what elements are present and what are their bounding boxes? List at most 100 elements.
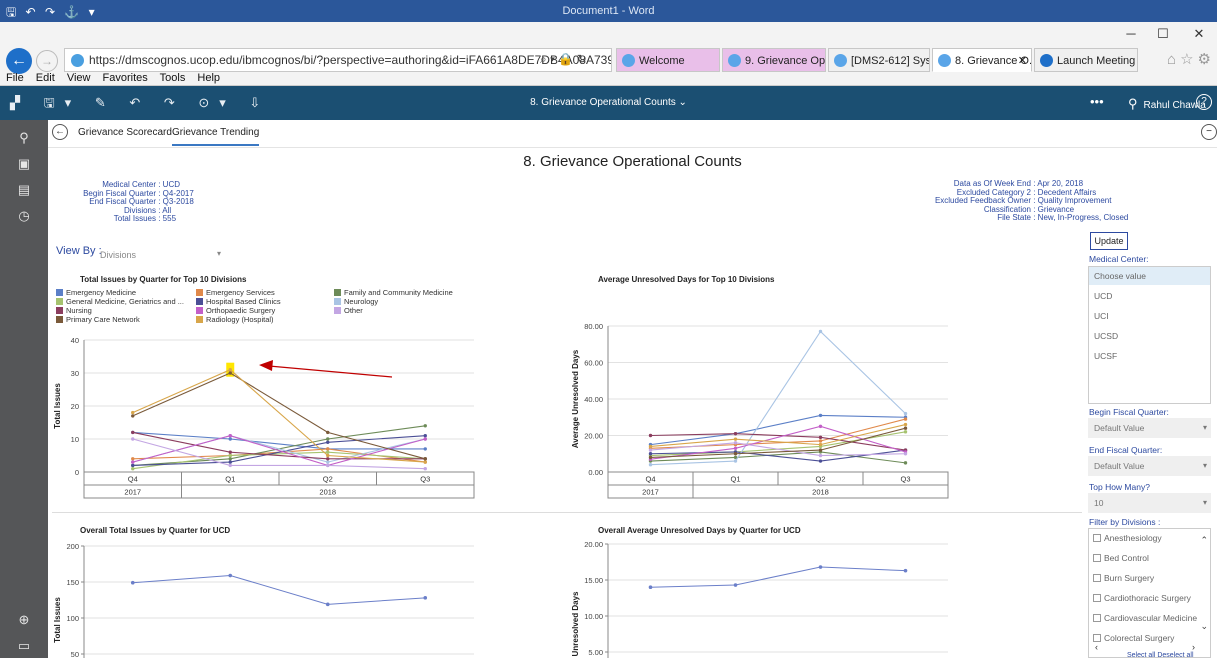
list-option[interactable]: UCSD (1089, 327, 1210, 345)
param-row: Total Issues : 555 (113, 214, 177, 224)
data-point (733, 441, 738, 445)
data-point (818, 329, 823, 334)
search-icon[interactable]: ⚲ (14, 130, 34, 148)
user-menu[interactable]: ⚲ Rahul Chawla (1128, 96, 1206, 112)
legend-item: Hospital Based Clinics (196, 297, 281, 306)
series-line (132, 451, 426, 470)
browser-tab[interactable]: [DMS2-612] Syste... (828, 48, 930, 72)
help-icon[interactable]: ? (1196, 94, 1212, 110)
tab-grievance-scorecard[interactable]: Grievance Scorecard (78, 127, 172, 138)
list-option[interactable]: UCD (1089, 287, 1210, 305)
recent-icon[interactable]: ◷ (14, 208, 34, 226)
tab-grievance-trending[interactable]: Grievance Trending (172, 127, 260, 146)
legend-item: Other (334, 306, 363, 315)
data-point (228, 460, 232, 464)
list-option[interactable]: UCSF (1089, 347, 1210, 365)
menu-edit[interactable]: Edit (36, 72, 55, 84)
browser-tab[interactable]: 9. Grievance Oper... (722, 48, 826, 72)
tab-close-icon[interactable]: ✕ (1018, 49, 1027, 71)
chevron-down-icon: ⌄ (678, 97, 687, 108)
data-point (326, 450, 330, 454)
data-point (903, 430, 908, 434)
browser-tab-active[interactable]: 8. Grievance O... ✕ (932, 48, 1032, 72)
scroll-down-icon[interactable]: ⌄ (1200, 621, 1208, 632)
browser-tab[interactable]: Welcome (616, 48, 720, 72)
y-tick-label: 40.00 (584, 395, 603, 404)
left-nav-rail: ⚲ ▣ ▤ ◷ ⊕ ▭ (0, 120, 48, 658)
favorites-icons[interactable]: ⌂☆⚙ (1167, 50, 1215, 68)
begin-quarter-select[interactable]: Default Value (1088, 418, 1211, 438)
checkbox[interactable] (1093, 574, 1101, 582)
division-checkbox[interactable]: Cardiovascular Medicine (1093, 613, 1197, 623)
address-bar[interactable]: https://dmscognos.ucop.edu/ibmcognos/bi/… (64, 48, 612, 72)
legend-swatch (56, 316, 63, 323)
data-point (733, 583, 738, 587)
word-title-bar: 🖫 ↶ ↷ ⚓ ▾ Document1 - Word (0, 0, 1217, 22)
data-point (228, 371, 232, 375)
avg-unresolved-chart: 0.00 20.00 40.00 60.00 80.00 Average Unresolv… (571, 322, 949, 499)
content-icon[interactable]: ▣ (14, 156, 34, 174)
chat-icon[interactable]: ▭ (14, 638, 34, 656)
scroll-right-icon[interactable]: › (1192, 642, 1195, 652)
medical-center-listbox[interactable]: Choose value UCD UCI UCSD UCSF (1088, 266, 1211, 404)
data-point (228, 368, 232, 372)
maximize-icon[interactable]: ☐ (1148, 26, 1178, 42)
collapse-icon[interactable]: − (1201, 124, 1217, 140)
search-refresh-icons[interactable]: ⌕ ▾ 🔒 ↻ (540, 52, 587, 67)
view-by-select[interactable]: Divisions (95, 245, 223, 265)
close-icon[interactable]: ✕ (1184, 26, 1214, 42)
division-checkbox[interactable]: Bed Control (1093, 553, 1149, 563)
data-point (423, 437, 427, 441)
end-quarter-select[interactable]: Default Value (1088, 456, 1211, 476)
user-icon: ⚲ (1128, 96, 1138, 111)
data-point (131, 460, 135, 464)
back-icon[interactable]: ← (6, 48, 32, 74)
list-option[interactable]: UCI (1089, 307, 1210, 325)
data-point (130, 580, 135, 585)
series-line (650, 566, 906, 588)
legend-label: General Medicine, Geriatrics and ... (66, 297, 184, 306)
y-tick-label: 5.00 (588, 648, 603, 657)
division-checkbox[interactable]: Anesthesiology (1093, 533, 1162, 543)
back-arrow-icon[interactable]: ← (52, 124, 68, 140)
browser-tab[interactable]: Launch Meeting -... (1034, 48, 1138, 72)
top-how-many-select[interactable]: 10 (1088, 493, 1211, 513)
team-content-icon[interactable]: ▤ (14, 182, 34, 200)
divisions-listbox[interactable]: Anesthesiology Bed Control Burn Surgery … (1088, 528, 1211, 658)
division-checkbox[interactable]: Cardiothoracic Surgery (1093, 593, 1191, 603)
checkbox[interactable] (1093, 594, 1101, 602)
browser-chrome: ─ ☐ ✕ ← → https://dmscognos.ucop.edu/ibm… (0, 22, 1217, 86)
overall-issues-chart: 50 100 150 200 Total Issues (53, 542, 474, 658)
data-point (818, 435, 823, 440)
menu-view[interactable]: View (67, 72, 91, 84)
division-checkbox[interactable]: Burn Surgery (1093, 573, 1154, 583)
legend-item: Radiology (Hospital) (196, 315, 274, 324)
data-point (326, 463, 330, 468)
checkbox[interactable] (1093, 534, 1101, 542)
data-point (903, 411, 908, 416)
checkbox[interactable] (1093, 554, 1101, 562)
x-tick-label: Q4 (645, 475, 655, 484)
scroll-left-icon[interactable]: ‹ (1095, 642, 1098, 652)
minimize-icon[interactable]: ─ (1116, 26, 1146, 41)
menu-favorites[interactable]: Favorites (103, 72, 148, 84)
menu-file[interactable]: File (6, 72, 24, 84)
more-icon[interactable]: ••• (1090, 94, 1104, 109)
checkbox[interactable] (1093, 634, 1101, 642)
new-icon[interactable]: ⊕ (14, 612, 34, 630)
chart-title: Total Issues by Quarter for Top 10 Divis… (80, 275, 247, 284)
menu-tools[interactable]: Tools (160, 72, 186, 84)
menu-help[interactable]: Help (197, 72, 220, 84)
horizontal-scrollbar[interactable]: ‹ › (1095, 642, 1195, 652)
checkbox[interactable] (1093, 614, 1101, 622)
update-button[interactable]: Update (1090, 232, 1128, 250)
data-point (228, 434, 232, 438)
report-parameters-left: Medical Center : UCD Begin Fiscal Quarte… (66, 180, 198, 224)
ie-icon (622, 54, 635, 67)
legend-item: Family and Community Medicine (334, 288, 453, 297)
scroll-up-icon[interactable]: ⌃ (1200, 535, 1208, 546)
forward-icon[interactable]: → (36, 50, 58, 72)
list-option[interactable]: Choose value (1089, 267, 1210, 285)
report-menu-title[interactable]: 8. Grievance Operational Counts ⌄ (0, 97, 1217, 108)
year-label: 2017 (642, 488, 659, 497)
